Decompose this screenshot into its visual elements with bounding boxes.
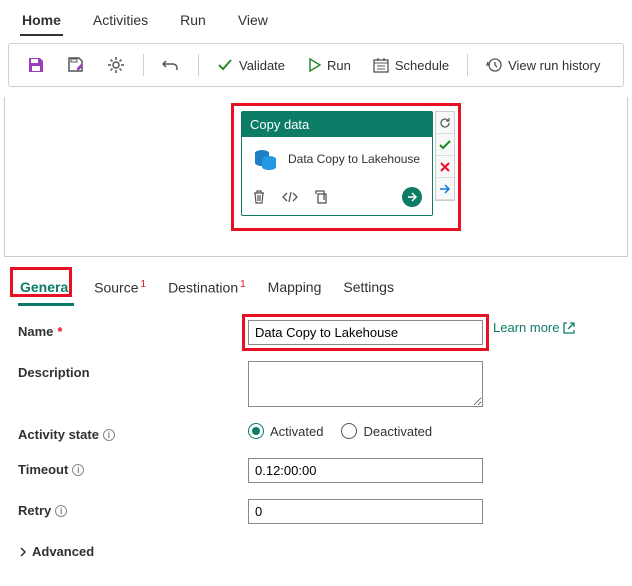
settings-button[interactable] <box>101 52 131 78</box>
success-icon[interactable] <box>436 134 454 156</box>
skip-icon[interactable] <box>436 178 454 200</box>
undo-icon <box>162 56 180 74</box>
external-link-icon <box>563 322 575 334</box>
retry-input[interactable] <box>248 499 483 524</box>
undo-button[interactable] <box>156 52 186 78</box>
tab-activities[interactable]: Activities <box>91 6 150 36</box>
tab-view[interactable]: View <box>236 6 270 36</box>
tab-general[interactable]: General <box>18 273 74 306</box>
radio-circle-icon <box>341 423 357 439</box>
tab-destination[interactable]: Destination1 <box>166 273 248 306</box>
property-panel-tabs: General Source1 Destination1 Mapping Set… <box>0 265 632 306</box>
error-icon[interactable] <box>436 156 454 178</box>
save-as-button[interactable] <box>61 52 91 78</box>
activity-state-label: Activity state i <box>18 423 248 442</box>
schedule-button[interactable]: Schedule <box>367 53 455 77</box>
history-icon <box>486 57 502 73</box>
activity-header: Copy data <box>242 112 432 137</box>
radio-deactivated[interactable]: Deactivated <box>341 423 432 439</box>
advanced-toggle[interactable]: Advanced <box>18 540 614 563</box>
required-indicator: * <box>57 324 62 339</box>
run-button[interactable]: Run <box>301 54 357 77</box>
tab-home[interactable]: Home <box>20 6 63 36</box>
name-input[interactable] <box>248 320 483 345</box>
save-icon <box>27 56 45 74</box>
timeout-input[interactable] <box>248 458 483 483</box>
activity-body: Data Copy to Lakehouse <box>242 137 432 181</box>
save-button[interactable] <box>21 52 51 78</box>
refresh-icon[interactable] <box>436 112 454 134</box>
activity-status-strip <box>435 111 455 201</box>
radio-activated[interactable]: Activated <box>248 423 323 439</box>
tab-source[interactable]: Source1 <box>92 273 148 306</box>
validate-label: Validate <box>239 58 285 73</box>
description-input[interactable] <box>248 361 483 407</box>
tab-mapping[interactable]: Mapping <box>266 273 324 306</box>
gear-icon <box>107 56 125 74</box>
tab-run[interactable]: Run <box>178 6 208 36</box>
activity-footer <box>242 181 432 215</box>
save-as-icon <box>67 56 85 74</box>
radio-circle-icon <box>248 423 264 439</box>
info-icon[interactable]: i <box>55 505 67 517</box>
retry-label: Retry i <box>18 499 248 518</box>
check-icon <box>217 57 233 73</box>
history-label: View run history <box>508 58 600 73</box>
badge-1: 1 <box>240 279 246 290</box>
run-activity-button[interactable] <box>402 187 422 207</box>
copy-icon[interactable] <box>314 190 328 204</box>
description-label: Description <box>18 361 248 380</box>
toolbar-separator <box>143 54 144 76</box>
toolbar: Validate Run Schedule View run history <box>8 43 624 87</box>
chevron-right-icon <box>18 547 28 557</box>
top-menu-tabs: Home Activities Run View <box>0 0 632 37</box>
database-icon <box>252 147 278 173</box>
toolbar-separator <box>467 54 468 76</box>
delete-icon[interactable] <box>252 190 266 204</box>
play-icon <box>307 58 321 72</box>
toolbar-separator <box>198 54 199 76</box>
calendar-icon <box>373 57 389 73</box>
code-icon[interactable] <box>282 190 298 204</box>
activity-name: Data Copy to Lakehouse <box>288 152 420 168</box>
info-icon[interactable]: i <box>103 429 115 441</box>
badge-1: 1 <box>141 279 147 290</box>
pipeline-canvas[interactable]: Copy data Data Copy to Lakehouse <box>4 97 628 257</box>
name-label: Name * <box>18 320 248 339</box>
tab-settings[interactable]: Settings <box>341 273 396 306</box>
validate-button[interactable]: Validate <box>211 53 291 77</box>
info-icon[interactable]: i <box>72 464 84 476</box>
run-label: Run <box>327 58 351 73</box>
timeout-label: Timeout i <box>18 458 248 477</box>
arrow-right-icon <box>407 192 417 202</box>
schedule-label: Schedule <box>395 58 449 73</box>
view-history-button[interactable]: View run history <box>480 53 606 77</box>
copy-data-activity[interactable]: Copy data Data Copy to Lakehouse <box>241 111 433 216</box>
learn-more-link[interactable]: Learn more <box>493 320 575 335</box>
general-form: Name * Learn more Description Activity s… <box>0 306 632 577</box>
activity-state-radiogroup: Activated Deactivated <box>248 423 432 439</box>
